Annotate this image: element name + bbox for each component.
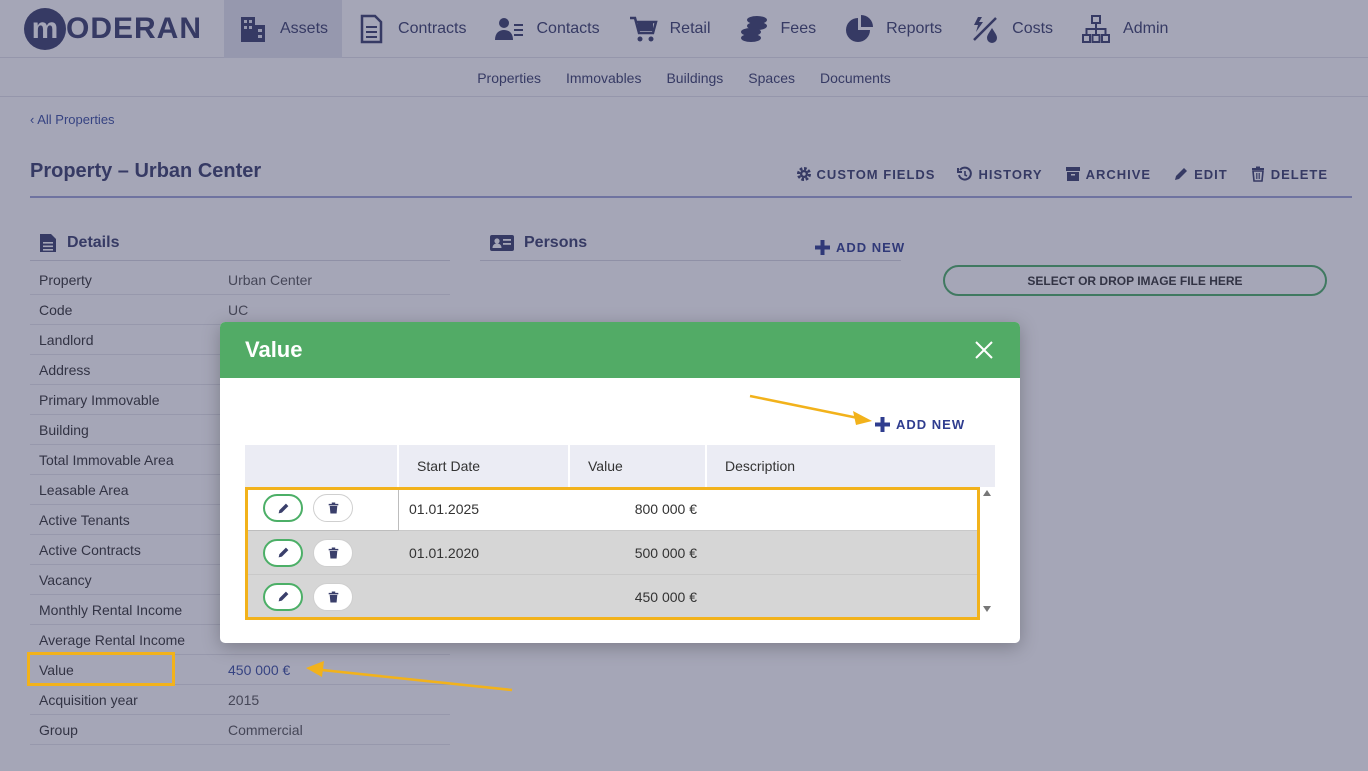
column-header-description[interactable]: Description (707, 445, 995, 487)
column-header-start-date[interactable]: Start Date (399, 445, 568, 487)
scroll-down-arrow[interactable] (983, 606, 991, 612)
value-modal: Value ADD NEW Start Date Value Descripti… (220, 322, 1020, 643)
column-header-value[interactable]: Value (570, 445, 705, 487)
close-icon[interactable] (973, 339, 995, 361)
rows-highlight-box (245, 487, 980, 620)
plus-icon (875, 417, 890, 432)
column-header-actions (245, 445, 397, 487)
modal-title: Value (245, 337, 303, 362)
scroll-up-arrow[interactable] (983, 490, 991, 496)
value-highlight-box (27, 652, 175, 686)
modal-add-new-label: ADD NEW (896, 417, 966, 432)
modal-add-new-button[interactable]: ADD NEW (875, 417, 965, 432)
value-table-header: Start Date Value Description (245, 445, 995, 487)
modal-header: Value (220, 322, 1020, 378)
